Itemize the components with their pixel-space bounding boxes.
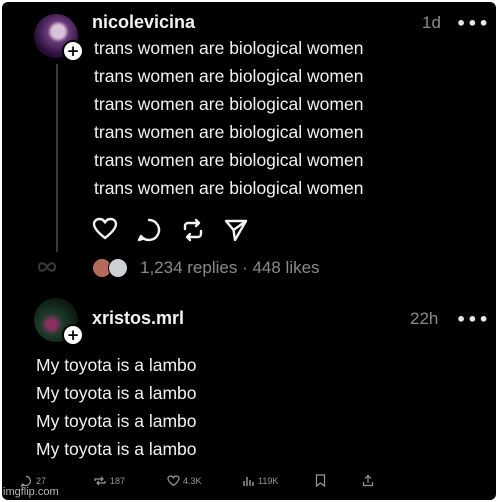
more-options-button[interactable]: ••• (456, 16, 490, 32)
post-text-line: trans women are biological women (94, 150, 364, 170)
heart-icon[interactable] (92, 217, 118, 241)
follow-plus-icon[interactable]: + (62, 40, 84, 62)
bookmark-icon[interactable] (315, 474, 326, 487)
post-text-line: trans women are biological women (94, 122, 364, 142)
thread-line (56, 64, 58, 252)
avatar (108, 258, 128, 278)
post-text-line: trans women are biological women (94, 38, 364, 58)
reply-text-line: My toyota is a lambo (36, 355, 197, 375)
views-icon[interactable] (242, 475, 256, 487)
more-options-button[interactable]: ••• (456, 312, 490, 328)
view-count: 119K (258, 476, 279, 486)
screenshot-frame: + nicolevicina 1d ••• trans women are bi… (2, 2, 496, 500)
reply-text-line: My toyota is a lambo (36, 411, 197, 431)
post-text-line: trans women are biological women (94, 66, 364, 86)
post-text-line: trans women are biological women (94, 178, 364, 198)
post-text-line: trans women are biological women (94, 94, 364, 114)
watermark: imgflip.com (3, 486, 59, 498)
reply-text-line: My toyota is a lambo (36, 439, 197, 459)
reply-username[interactable]: xristos.mrl (92, 308, 184, 329)
repost-icon[interactable] (93, 475, 107, 487)
reply-text-line: My toyota is a lambo (36, 383, 197, 403)
post-time: 1d (422, 13, 441, 32)
thread-loop-icon (36, 258, 58, 276)
like-count: 4.3K (183, 476, 202, 486)
upload-icon[interactable] (362, 474, 374, 487)
follow-plus-icon[interactable]: + (62, 324, 84, 346)
reply-count: 27 (36, 476, 47, 486)
comment-icon[interactable] (136, 217, 162, 243)
repost-icon[interactable] (180, 217, 206, 243)
reply-time: 22h (410, 309, 439, 328)
post-stats[interactable]: 1,234 replies · 448 likes (140, 258, 320, 278)
repost-count: 187 (110, 476, 126, 486)
share-icon[interactable] (223, 217, 249, 243)
post-username[interactable]: nicolevicina (92, 12, 195, 33)
heart-icon[interactable] (167, 475, 180, 487)
